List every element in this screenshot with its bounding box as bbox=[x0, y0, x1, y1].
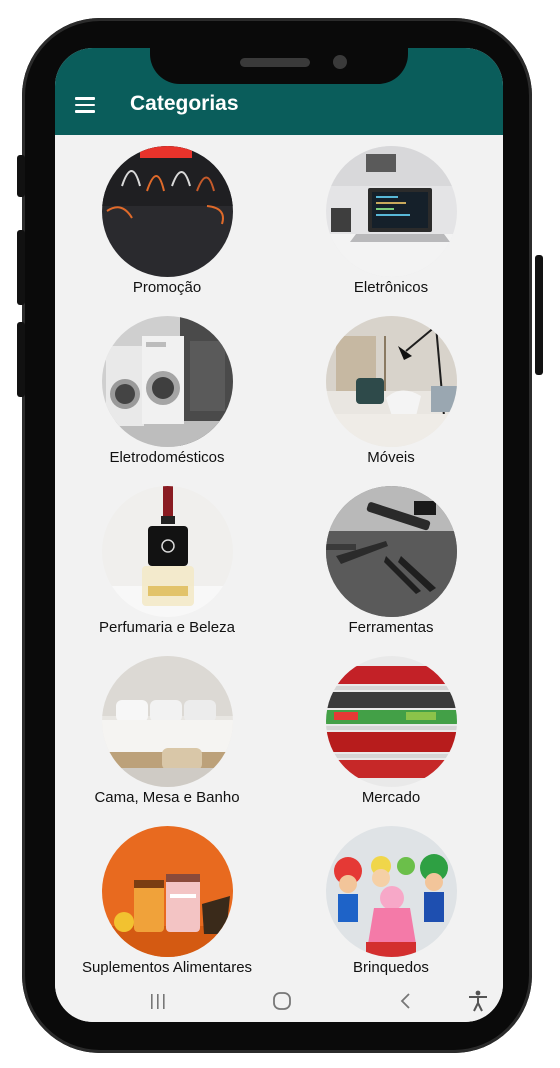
phone-side-button bbox=[17, 322, 25, 397]
shopping-bags-image bbox=[102, 146, 233, 277]
category-label: Eletrônicos bbox=[353, 279, 429, 296]
phone-side-button bbox=[17, 155, 25, 197]
android-navigation-bar bbox=[55, 981, 503, 1022]
phone-notch bbox=[150, 38, 408, 84]
category-label: Brinquedos bbox=[353, 959, 429, 976]
category-item-eletrodomesticos[interactable]: Eletrodomésticos bbox=[55, 305, 279, 475]
phone-side-button bbox=[17, 230, 25, 305]
category-label: Perfumaria e Beleza bbox=[99, 619, 235, 636]
category-item-moveis[interactable]: Móveis bbox=[279, 305, 503, 475]
hand-tools-image bbox=[326, 486, 457, 617]
category-item-suplementos[interactable]: Suplementos Alimentares bbox=[55, 815, 279, 985]
toy-figures-image bbox=[326, 826, 457, 957]
page-title: Categorias bbox=[130, 92, 239, 115]
perfume-bottle-image bbox=[102, 486, 233, 617]
washing-machines-image bbox=[102, 316, 233, 447]
category-item-ferramentas[interactable]: Ferramentas bbox=[279, 475, 503, 645]
category-item-perfumaria[interactable]: Perfumaria e Beleza bbox=[55, 475, 279, 645]
back-icon[interactable] bbox=[391, 989, 421, 1013]
front-camera bbox=[333, 55, 347, 69]
category-label: Ferramentas bbox=[348, 619, 434, 636]
living-room-furniture-image bbox=[326, 316, 457, 447]
speaker-grille bbox=[240, 58, 310, 67]
category-grid: Promoção Eletrônicos Eletrodomésticos Mó… bbox=[55, 135, 503, 981]
app-screen: Categorias Promoção Eletrônicos Eletrodo… bbox=[55, 48, 503, 1022]
category-label: Eletrodomésticos bbox=[109, 449, 225, 466]
phone-side-button bbox=[535, 255, 543, 375]
category-label: Suplementos Alimentares bbox=[81, 959, 253, 976]
category-label: Mercado bbox=[361, 789, 421, 806]
category-item-promocao[interactable]: Promoção bbox=[55, 135, 279, 305]
hamburger-menu-icon[interactable] bbox=[75, 97, 95, 113]
category-item-brinquedos[interactable]: Brinquedos bbox=[279, 815, 503, 985]
category-item-cama-mesa-banho[interactable]: Cama, Mesa e Banho bbox=[55, 645, 279, 815]
category-item-mercado[interactable]: Mercado bbox=[279, 645, 503, 815]
home-icon[interactable] bbox=[267, 989, 297, 1013]
recents-icon[interactable] bbox=[143, 989, 173, 1013]
category-item-eletronicos[interactable]: Eletrônicos bbox=[279, 135, 503, 305]
category-label: Móveis bbox=[367, 449, 415, 466]
category-label: Promoção bbox=[132, 279, 202, 296]
supplement-jars-image bbox=[102, 826, 233, 957]
supermarket-shelves-image bbox=[326, 656, 457, 787]
bed-image bbox=[102, 656, 233, 787]
accessibility-icon[interactable] bbox=[463, 989, 493, 1013]
laptop-image bbox=[326, 146, 457, 277]
category-label: Cama, Mesa e Banho bbox=[94, 789, 240, 806]
